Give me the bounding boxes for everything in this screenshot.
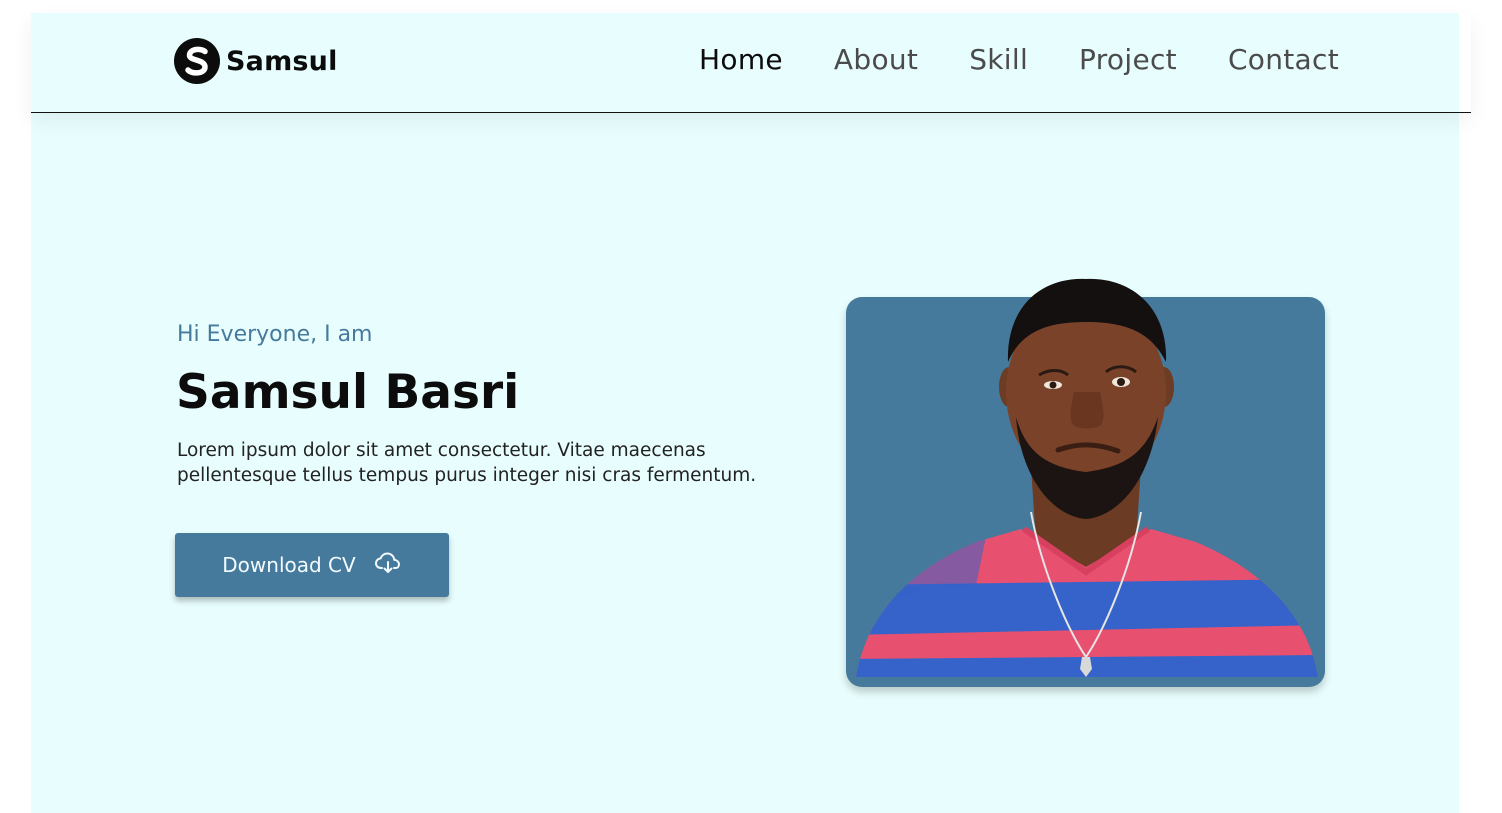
nav-skill[interactable]: Skill: [969, 43, 1028, 76]
main-nav: Home About Skill Project Contact: [699, 43, 1339, 76]
hero-greeting: Hi Everyone, I am: [177, 322, 373, 347]
page-frame: Samsul Home About Skill Project Contact …: [31, 13, 1471, 813]
nav-project[interactable]: Project: [1079, 43, 1177, 76]
hero-description: Lorem ipsum dolor sit amet consectetur. …: [177, 440, 757, 486]
s-letter-logo-icon: [174, 38, 220, 84]
site-logo[interactable]: Samsul: [174, 38, 338, 84]
download-cv-label: Download CV: [222, 553, 356, 577]
profile-photo-card: [846, 278, 1325, 687]
nav-about[interactable]: About: [834, 43, 918, 76]
nav-contact[interactable]: Contact: [1228, 43, 1339, 76]
logo-text: Samsul: [226, 45, 338, 77]
download-cv-button[interactable]: Download CV: [175, 533, 449, 597]
nav-home[interactable]: Home: [699, 43, 783, 76]
site-header: Samsul Home About Skill Project Contact: [31, 13, 1471, 113]
cloud-download-icon: [374, 551, 402, 580]
profile-portrait: [856, 278, 1318, 677]
hero-name: Samsul Basri: [176, 365, 520, 420]
